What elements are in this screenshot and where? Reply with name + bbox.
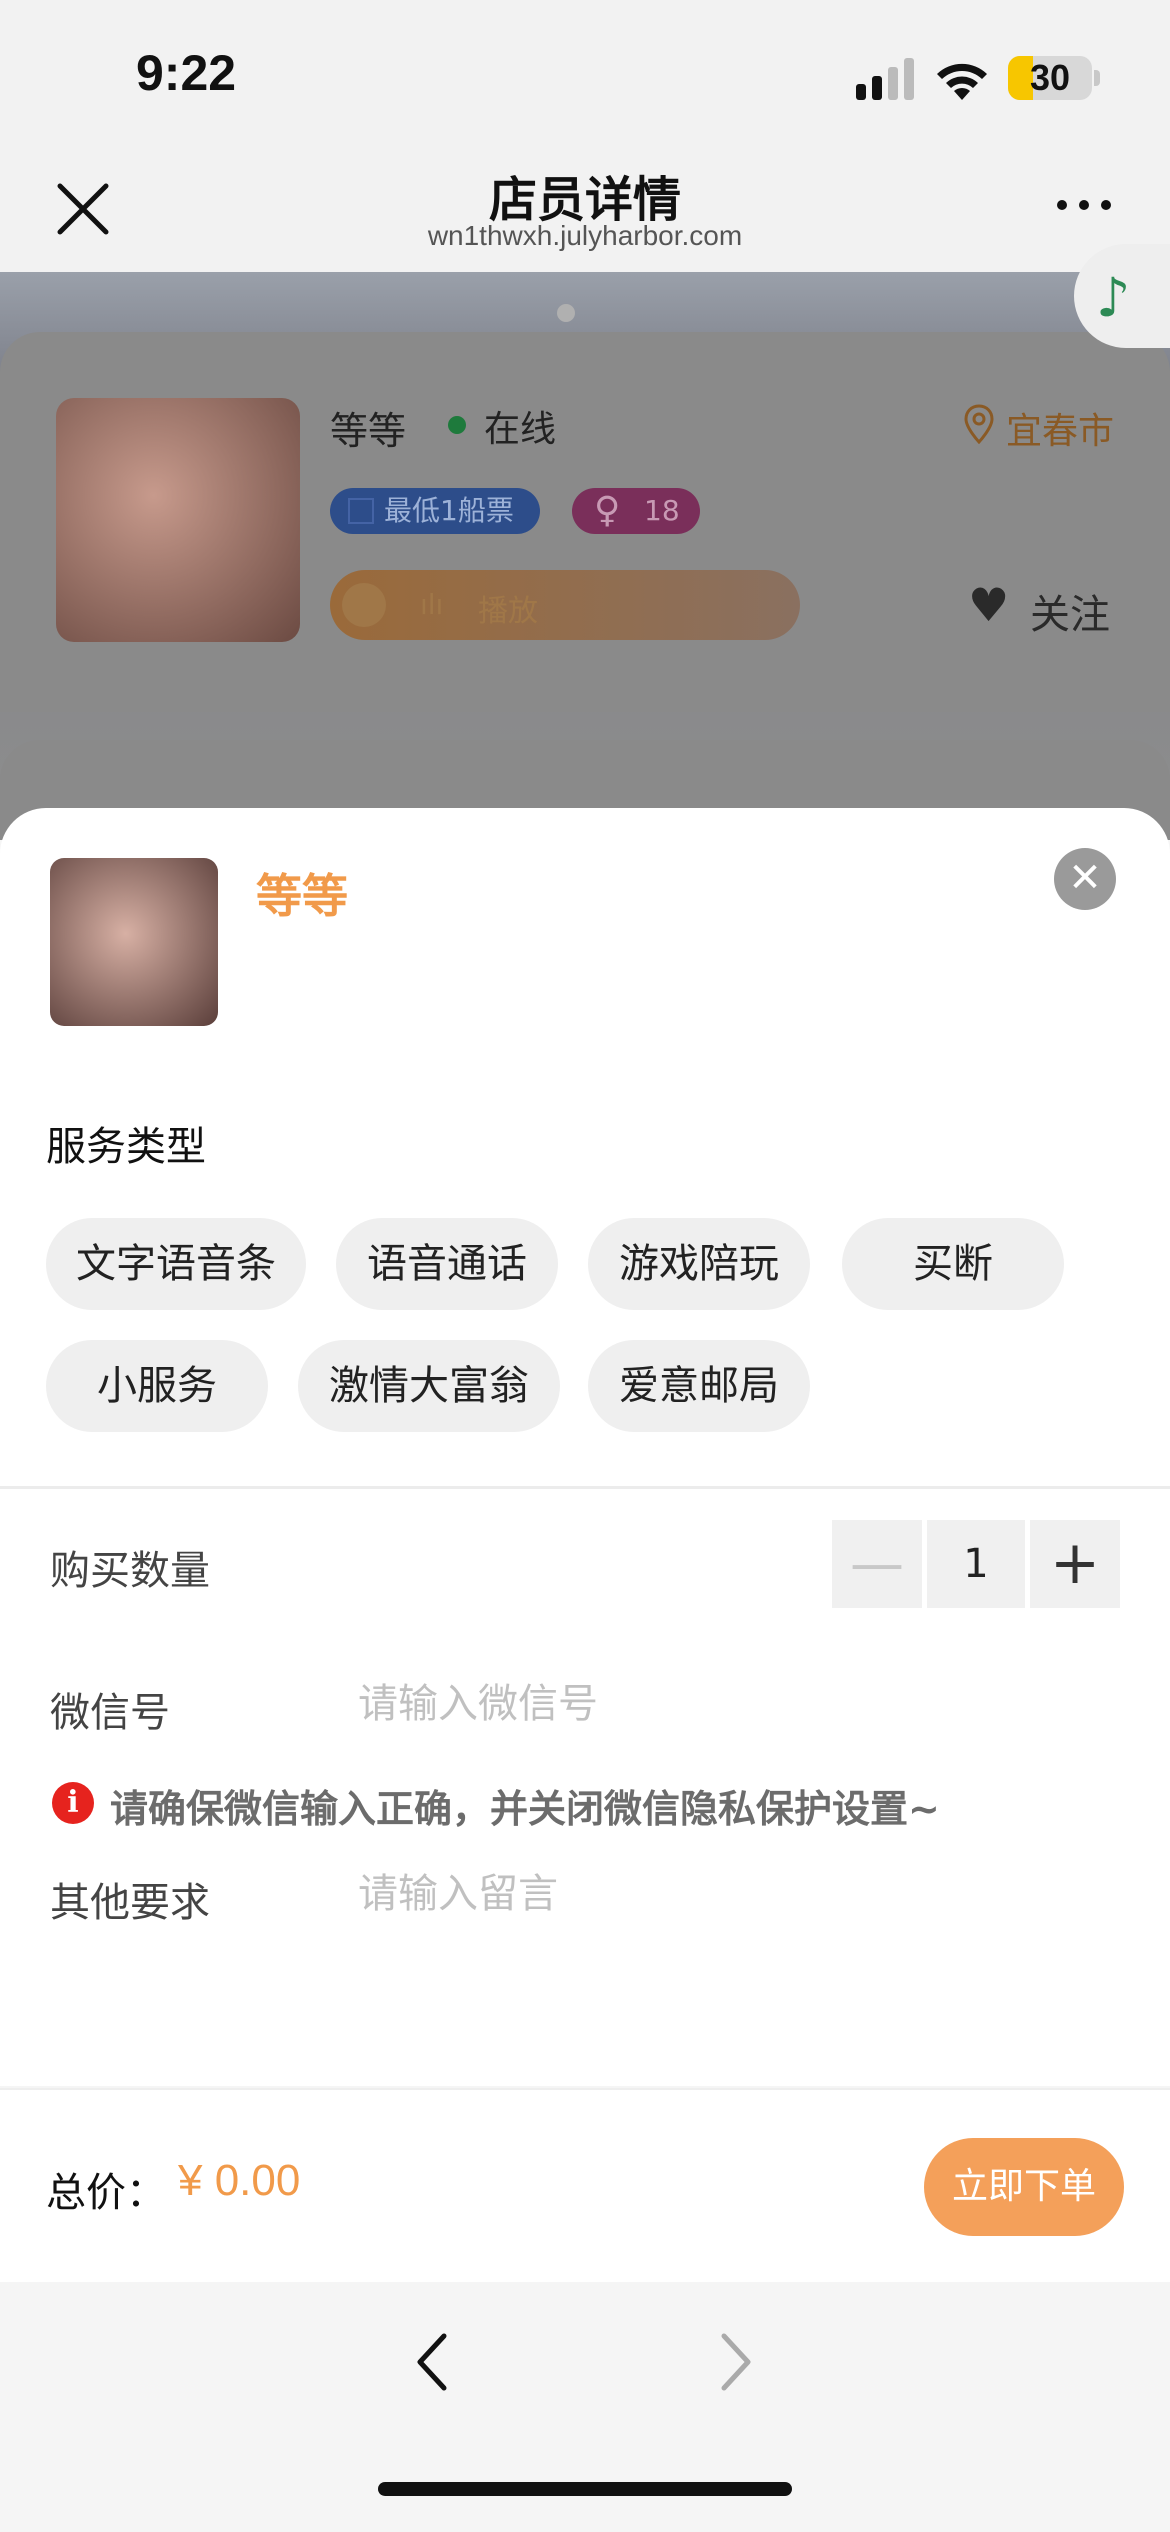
waveform-icon: ılı bbox=[420, 588, 444, 621]
price-tag: 最低1船票 bbox=[330, 488, 540, 534]
back-icon[interactable] bbox=[402, 2322, 462, 2402]
battery-icon: 30 bbox=[1008, 56, 1092, 100]
battery-level: 30 bbox=[1029, 57, 1071, 98]
follow-button[interactable]: 关注 bbox=[1030, 582, 1110, 640]
profile-avatar bbox=[56, 398, 300, 642]
online-status: 在线 bbox=[484, 409, 557, 450]
profile-name: 等等 bbox=[330, 409, 407, 453]
voice-intro-player[interactable]: ılı 播放 bbox=[330, 570, 800, 640]
age-tag: ♀ 18 bbox=[572, 488, 700, 534]
other-requirements-label: 其他要求 bbox=[50, 1880, 210, 1926]
carousel-indicator bbox=[557, 304, 575, 322]
nav-bar: 店员详情 wn1thwxh.julyharbor.com bbox=[0, 150, 1170, 272]
age-tag-label: 18 bbox=[644, 494, 680, 527]
forward-icon[interactable] bbox=[706, 2322, 766, 2402]
order-footer: 总价： ¥ 0.00 立即下单 bbox=[0, 2088, 1170, 2282]
status-bar: 9:22 30 bbox=[0, 0, 1170, 150]
status-time: 9:22 bbox=[136, 45, 237, 101]
browser-toolbar bbox=[0, 2282, 1170, 2532]
profile-location: 宜春市 bbox=[1006, 411, 1115, 452]
quantity-value[interactable]: 1 bbox=[927, 1520, 1025, 1608]
sheet-avatar bbox=[50, 858, 218, 1026]
service-chip[interactable]: 文字语音条 bbox=[46, 1218, 306, 1310]
decrease-button[interactable]: — bbox=[832, 1520, 922, 1608]
wechat-label: 微信号 bbox=[50, 1690, 170, 1736]
service-chip[interactable]: 买断 bbox=[842, 1218, 1064, 1310]
warning-icon: i bbox=[52, 1782, 94, 1824]
total-price: ¥ 0.00 bbox=[178, 2156, 301, 2205]
warning-text: 请确保微信输入正确，并关闭微信隐私保护设置~ bbox=[110, 1787, 940, 1831]
service-type-title: 服务类型 bbox=[46, 1124, 206, 1170]
female-icon: ♀ bbox=[594, 490, 621, 531]
quantity-stepper: — 1 + bbox=[832, 1520, 1120, 1608]
message-input[interactable] bbox=[358, 1864, 1118, 1924]
quantity-label: 购买数量 bbox=[50, 1548, 210, 1594]
online-status-dot bbox=[448, 416, 466, 434]
place-order-button[interactable]: 立即下单 bbox=[924, 2138, 1124, 2236]
more-icon[interactable] bbox=[1054, 190, 1114, 220]
service-chip[interactable]: 游戏陪玩 bbox=[588, 1218, 810, 1310]
divider bbox=[0, 1486, 1170, 1489]
increase-button[interactable]: + bbox=[1030, 1520, 1120, 1608]
service-chip[interactable]: 爱意邮局 bbox=[588, 1340, 810, 1432]
wifi-icon bbox=[937, 63, 987, 100]
wechat-input[interactable] bbox=[358, 1674, 1118, 1734]
home-indicator bbox=[378, 2482, 792, 2496]
location-pin-icon bbox=[964, 404, 994, 444]
service-chip[interactable]: 激情大富翁 bbox=[298, 1340, 560, 1432]
sheet-name: 等等 bbox=[256, 869, 348, 923]
play-icon[interactable] bbox=[342, 583, 386, 627]
music-note-icon: ♪ bbox=[1096, 266, 1131, 329]
cellular-signal-icon bbox=[856, 58, 914, 100]
page-url: wn1thwxh.julyharbor.com bbox=[427, 220, 743, 251]
audio-label: 播放 bbox=[478, 594, 538, 629]
close-sheet-button[interactable]: ✕ bbox=[1054, 848, 1116, 910]
music-button[interactable]: ♪ bbox=[1074, 244, 1170, 348]
ticket-icon bbox=[348, 498, 374, 524]
total-label: 总价： bbox=[46, 2170, 166, 2216]
heart-icon[interactable]: ♥ bbox=[968, 578, 1009, 632]
order-sheet: 等等 ✕ 服务类型 文字语音条 语音通话 游戏陪玩 买断 小服务 激情大富翁 爱… bbox=[0, 808, 1170, 2086]
price-tag-label: 最低1船票 bbox=[384, 494, 514, 527]
service-chip[interactable]: 语音通话 bbox=[336, 1218, 558, 1310]
service-chip[interactable]: 小服务 bbox=[46, 1340, 268, 1432]
